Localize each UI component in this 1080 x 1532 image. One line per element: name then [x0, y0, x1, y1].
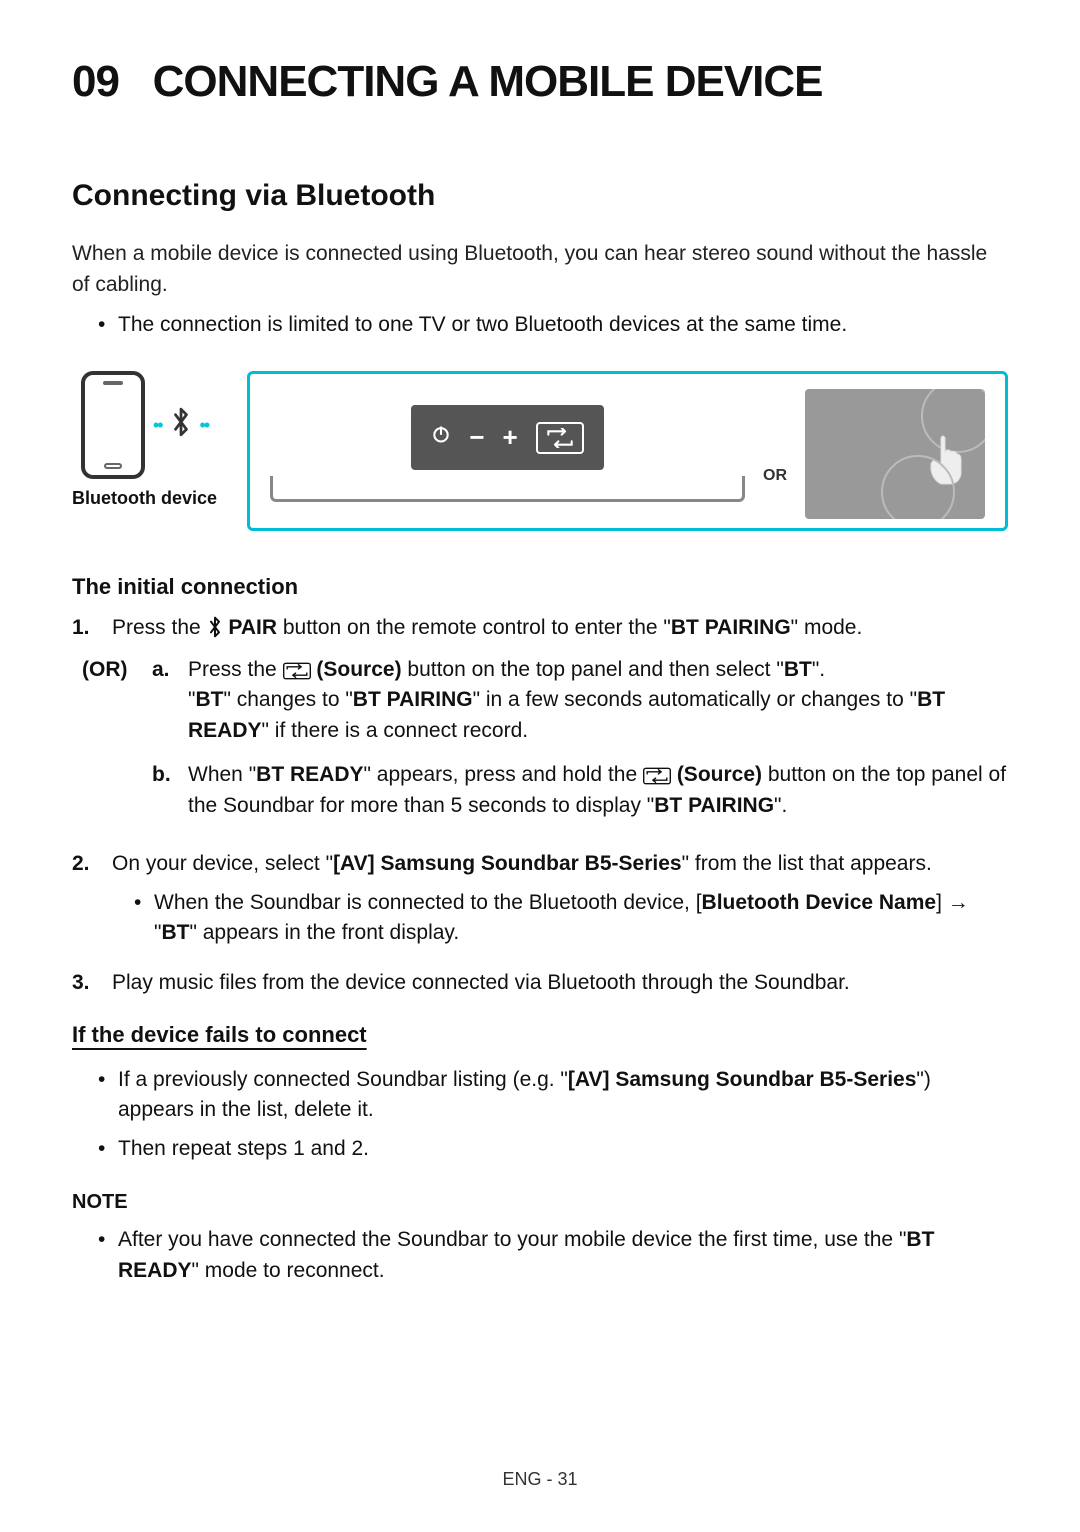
chapter-name: CONNECTING A MOBILE DEVICE: [153, 57, 823, 106]
soundbar-figure: − + OR: [247, 371, 1008, 531]
chapter-number: 09: [72, 57, 119, 106]
soundbar-top-panel: − +: [411, 405, 603, 471]
note-bullet-1: After you have connected the Soundbar to…: [98, 1225, 1008, 1286]
bluetooth-pair-icon: [207, 616, 223, 638]
source-icon: [536, 422, 584, 454]
soundbar-body-icon: [270, 476, 745, 502]
diagram-row: •• •• Bluetooth device − + OR: [72, 371, 1008, 531]
touch-panel-figure: [805, 389, 985, 519]
page-footer: ENG - 31: [0, 1466, 1080, 1492]
diagram-or-label: OR: [763, 464, 787, 487]
fails-heading: If the device fails to connect: [72, 1019, 1008, 1051]
or-block: (OR) a. Press the (Source) button on the…: [82, 655, 1008, 835]
or-tag: (OR): [82, 655, 134, 835]
phone-icon: [81, 371, 145, 479]
chapter-title: 09 CONNECTING A MOBILE DEVICE: [72, 50, 1008, 114]
step-2-bullet: When the Soundbar is connected to the Bl…: [134, 888, 1008, 949]
plus-icon: +: [503, 419, 518, 457]
step-1: 1. Press the PAIR button on the remote c…: [72, 613, 1008, 643]
step-3: 3. Play music files from the device conn…: [72, 968, 1008, 998]
limit-bullet: The connection is limited to one TV or t…: [98, 310, 1008, 340]
minus-icon: −: [469, 419, 484, 457]
signal-dots-right-icon: ••: [200, 412, 209, 438]
fails-bullet-1: If a previously connected Soundbar listi…: [98, 1065, 1008, 1126]
step-2: 2. On your device, select "[AV] Samsung …: [72, 849, 1008, 956]
fails-bullet-2: Then repeat steps 1 and 2.: [98, 1134, 1008, 1164]
section-intro: When a mobile device is connected using …: [72, 239, 1008, 300]
bluetooth-icon: [170, 404, 192, 445]
bluetooth-device-figure: •• •• Bluetooth device: [72, 371, 217, 511]
initial-connection-heading: The initial connection: [72, 571, 1008, 603]
step-a: a. Press the (Source) button on the top …: [152, 655, 1008, 746]
power-icon: [431, 424, 451, 451]
section-title: Connecting via Bluetooth: [72, 174, 1008, 218]
step-b: b. When "BT READY" appears, press and ho…: [152, 760, 1008, 821]
bluetooth-device-caption: Bluetooth device: [72, 485, 217, 511]
source-inline-icon: [643, 767, 671, 785]
signal-dots-left-icon: ••: [153, 412, 162, 438]
hand-tap-icon: [921, 430, 971, 507]
note-heading: NOTE: [72, 1188, 1008, 1217]
source-inline-icon: [283, 662, 311, 680]
